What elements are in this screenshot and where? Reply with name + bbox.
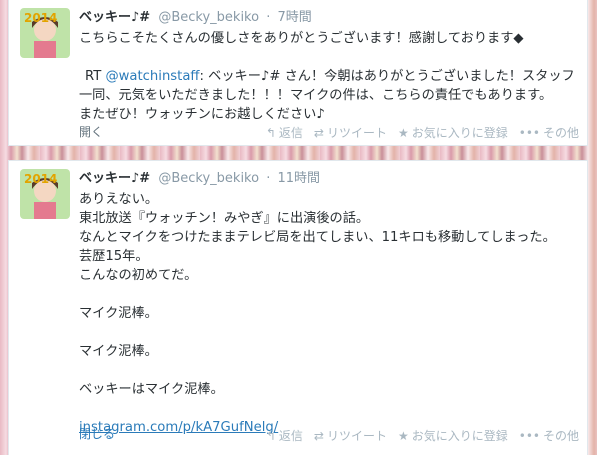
tweet-line: 芸歴15年。 [79, 249, 149, 264]
reply-icon: ↰ [265, 428, 276, 443]
separator: · [266, 171, 271, 186]
more-button[interactable]: ••• その他 [519, 427, 579, 444]
more-button[interactable]: ••• その他 [519, 124, 579, 141]
tweet-line: こんなの初めてだ。 [79, 268, 198, 283]
tweet-text: ありえない。 東北放送『ウォッチン！みやぎ』に出演後の話。 なんとマイクをつけた… [79, 190, 579, 437]
tweet-actions: ↰ 返信 ⇄ リツイート ★ お気に入りに登録 ••• その他 [266, 427, 579, 444]
tweet-line: 東北放送『ウォッチン！みやぎ』に出演後の話。 [79, 211, 370, 226]
reply-icon: ↰ [265, 125, 276, 140]
tweet-2[interactable]: 2014 ベッキー♪# @Becky_bekiko · 11時間 ありえない。 … [8, 160, 588, 455]
retweet-button[interactable]: ⇄ リツイート [314, 124, 387, 141]
star-icon: ★ [397, 125, 409, 140]
timestamp[interactable]: 7時間 [278, 10, 312, 25]
retweet-button[interactable]: ⇄ リツイート [314, 427, 387, 444]
tweet-line: マイク泥棒。 [79, 344, 158, 359]
tweet-line: ベッキーはマイク泥棒。 [79, 382, 224, 397]
tweet-line: ありえない。 [79, 192, 159, 207]
svg-text:2014: 2014 [24, 11, 57, 25]
collapse-link[interactable]: 閉じる [79, 425, 115, 442]
tweet-header: ベッキー♪# @Becky_bekiko · 7時間 [79, 9, 577, 27]
screen-name[interactable]: @Becky_bekiko [158, 10, 259, 25]
more-dots-icon: ••• [518, 428, 540, 443]
expand-link[interactable]: 開く [79, 123, 103, 140]
tweet-line: またぜひ！ウォッチンにお越しください♪ [79, 107, 325, 122]
tweet-line: RT @watchinstaff: ベッキー♪# さん！今朝はありがとうございま… [85, 69, 575, 84]
timestamp[interactable]: 11時間 [278, 171, 321, 186]
reply-button[interactable]: ↰ 返信 [266, 427, 303, 444]
tweet-text: こちらこそたくさんの優しさをありがとうございます！感謝しております◆ RT @w… [79, 29, 579, 124]
display-name[interactable]: ベッキー♪# [79, 171, 150, 186]
tweet-1[interactable]: 2014 ベッキー♪# @Becky_bekiko · 7時間 こちらこそたくさ… [8, 0, 588, 146]
tweet-header: ベッキー♪# @Becky_bekiko · 11時間 [79, 170, 577, 188]
screen-name[interactable]: @Becky_bekiko [158, 171, 259, 186]
tweet-actions: ↰ 返信 ⇄ リツイート ★ お気に入りに登録 ••• その他 [266, 124, 579, 141]
tweet-line: こちらこそたくさんの優しさをありがとうございます！感謝しております◆ [79, 31, 524, 46]
display-name[interactable]: ベッキー♪# [79, 10, 150, 25]
more-dots-icon: ••• [518, 125, 540, 140]
star-icon: ★ [397, 428, 409, 443]
avatar[interactable]: 2014 [20, 169, 70, 219]
mention-link[interactable]: @watchinstaff [105, 69, 199, 84]
svg-text:2014: 2014 [24, 172, 57, 186]
separator: · [266, 10, 271, 25]
favorite-button[interactable]: ★ お気に入りに登録 [398, 124, 508, 141]
avatar[interactable]: 2014 [20, 8, 70, 58]
tweet-line: なんとマイクをつけたままテレビ局を出てしまい、11キロも移動してしまった。 [79, 230, 556, 245]
retweet-icon: ⇄ [313, 125, 324, 140]
reply-button[interactable]: ↰ 返信 [266, 124, 303, 141]
retweet-icon: ⇄ [313, 428, 324, 443]
tweet-line: 一同、元気をいただきました！！！マイクの件は、こちらの責任でもあります。 [79, 88, 553, 103]
tweet-line: マイク泥棒。 [79, 306, 158, 321]
favorite-button[interactable]: ★ お気に入りに登録 [398, 427, 508, 444]
